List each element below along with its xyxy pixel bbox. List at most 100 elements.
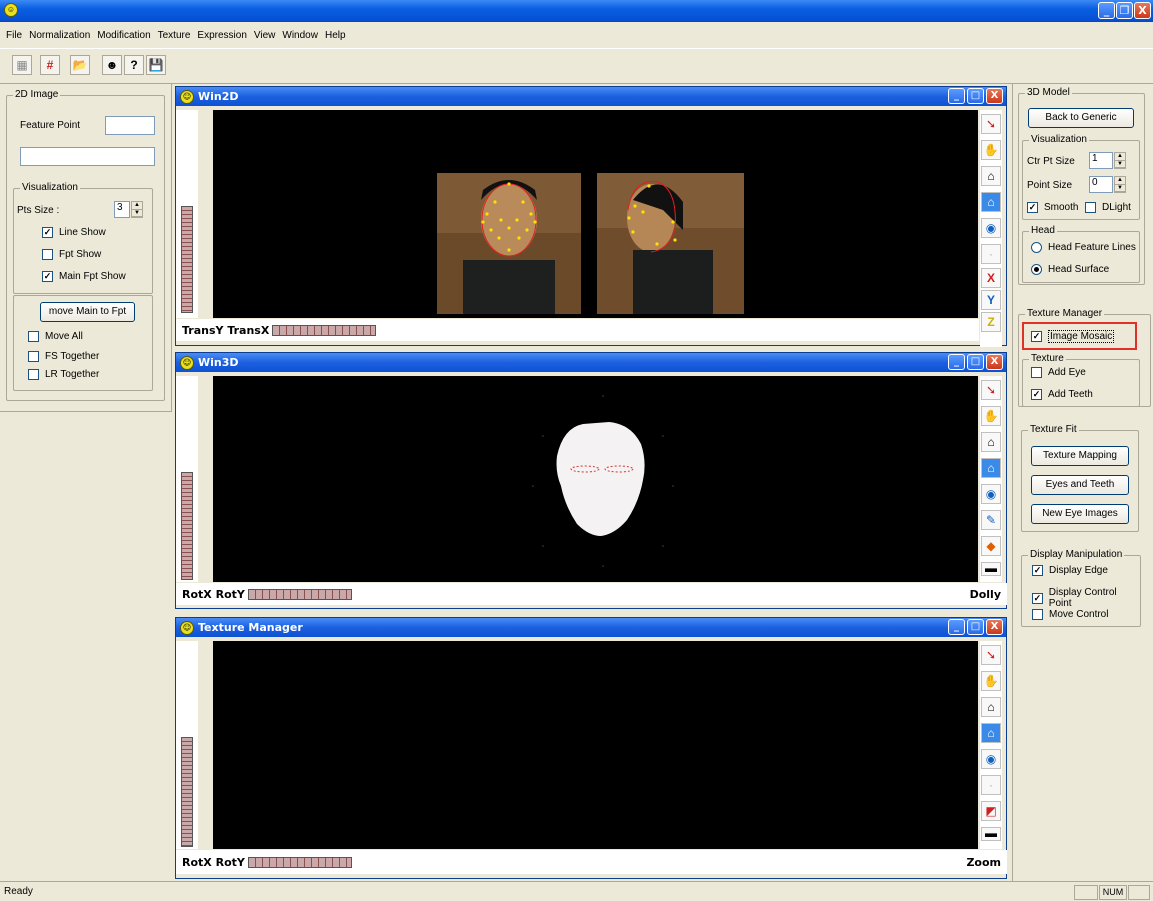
- group-title: Texture Manager: [1025, 308, 1105, 319]
- group-display-manipulation: Display Manipulation ✓ Display Edge ✓ Disp…: [1021, 549, 1141, 627]
- blank-tool-icon[interactable]: ·: [981, 775, 1001, 795]
- win3d-bottom-bar: RotX RotY Dolly: [176, 583, 1007, 605]
- home-icon[interactable]: ⌂: [981, 697, 1001, 717]
- menu-expression[interactable]: Expression: [197, 30, 246, 41]
- restore-button[interactable]: ❐: [1116, 2, 1133, 19]
- feature-text-field[interactable]: [20, 147, 155, 166]
- menu-file[interactable]: File: [6, 30, 22, 41]
- texture-viewport[interactable]: [213, 641, 978, 849]
- face-icon[interactable]: ☻: [102, 55, 122, 75]
- head-surface-radio[interactable]: Head Surface: [1031, 264, 1109, 275]
- fpt-show-checkbox[interactable]: Fpt Show: [42, 249, 101, 260]
- lr-together-checkbox[interactable]: LR Together: [28, 369, 99, 380]
- eyes-and-teeth-button[interactable]: Eyes and Teeth: [1031, 475, 1129, 495]
- move-all-checkbox[interactable]: Move All: [28, 331, 83, 342]
- dash-tool-icon[interactable]: ▬: [981, 827, 1001, 841]
- dlight-label: DLight: [1102, 202, 1131, 213]
- move-all-label: Move All: [45, 331, 83, 342]
- menu-window[interactable]: Window: [282, 30, 318, 41]
- fs-together-checkbox[interactable]: FS Together: [28, 351, 99, 362]
- help-icon[interactable]: ?: [124, 55, 144, 75]
- rotate-home-icon[interactable]: ⌂: [981, 458, 1001, 478]
- win2d-horizontal-slider[interactable]: [272, 324, 377, 336]
- eye-icon[interactable]: ◉: [981, 484, 1001, 504]
- hand-icon[interactable]: ✋: [981, 406, 1001, 426]
- home-icon[interactable]: ⌂: [981, 166, 1001, 186]
- display-control-point-checkbox[interactable]: ✓ Display Control Point: [1032, 587, 1140, 609]
- ctr-pt-size-spinner[interactable]: ▲ ▼: [1114, 152, 1126, 169]
- eye-icon[interactable]: ◉: [981, 218, 1001, 238]
- menu-help[interactable]: Help: [325, 30, 346, 41]
- crosshair-grid-icon[interactable]: #: [40, 55, 60, 75]
- tex-horizontal-slider[interactable]: [247, 856, 352, 868]
- win2d-close-button[interactable]: X: [986, 88, 1003, 104]
- hand-icon[interactable]: ✋: [981, 671, 1001, 691]
- win3d-horizontal-slider[interactable]: [247, 588, 352, 600]
- eye-icon[interactable]: ◉: [981, 749, 1001, 769]
- win2d-minimize-button[interactable]: _: [948, 88, 965, 104]
- win2d-vertical-slider[interactable]: [181, 206, 193, 313]
- z-axis-icon[interactable]: Z: [981, 312, 1001, 332]
- menu-texture[interactable]: Texture: [158, 30, 191, 41]
- move-main-to-fpt-button[interactable]: move Main to Fpt: [40, 302, 135, 322]
- group-texture-manager: Texture Manager ✓ Image Mosaic Texture Ad…: [1018, 308, 1151, 407]
- win3d-minimize-button[interactable]: _: [948, 354, 965, 370]
- brush-icon[interactable]: ✎: [981, 510, 1001, 530]
- pts-size-spinner[interactable]: ▲ ▼: [131, 201, 143, 218]
- hand-icon[interactable]: ✋: [981, 140, 1001, 160]
- cube-icon[interactable]: ◆: [981, 536, 1001, 556]
- grid-icon[interactable]: ▦: [12, 55, 32, 75]
- display-edge-checkbox[interactable]: ✓ Display Edge: [1032, 565, 1108, 576]
- win3d-close-button[interactable]: X: [986, 354, 1003, 370]
- check-mark: [42, 249, 53, 260]
- dash-tool-icon[interactable]: ▬: [981, 562, 1001, 576]
- win3d-vertical-slider[interactable]: [181, 472, 193, 580]
- close-button[interactable]: X: [1134, 2, 1151, 19]
- texture-flag-icon[interactable]: ◩: [981, 801, 1001, 821]
- tex-maximize-button[interactable]: □: [967, 619, 984, 635]
- ctr-pt-size-field[interactable]: 1: [1089, 152, 1113, 169]
- tex-vertical-slider[interactable]: [181, 737, 193, 847]
- main-fpt-show-checkbox[interactable]: ✓ Main Fpt Show: [42, 271, 126, 282]
- menu-view[interactable]: View: [254, 30, 276, 41]
- line-show-checkbox[interactable]: ✓ Line Show: [42, 227, 106, 238]
- menu-normalization[interactable]: Normalization: [29, 30, 90, 41]
- add-teeth-checkbox[interactable]: ✓ Add Teeth: [1031, 389, 1093, 400]
- minimize-button[interactable]: _: [1098, 2, 1115, 19]
- open-folder-icon[interactable]: 📂: [70, 55, 90, 75]
- win3d-viewport[interactable]: [213, 376, 978, 582]
- smooth-checkbox[interactable]: ✓ Smooth: [1027, 202, 1078, 213]
- front-jacket: [463, 260, 555, 314]
- tex-minimize-button[interactable]: _: [948, 619, 965, 635]
- point-size-field[interactable]: 0: [1089, 176, 1113, 193]
- pts-size-field[interactable]: 3: [114, 201, 130, 218]
- pointer-icon[interactable]: ➘: [981, 380, 1001, 400]
- y-axis-icon[interactable]: Y: [981, 290, 1001, 310]
- back-to-generic-button[interactable]: Back to Generic: [1028, 108, 1134, 128]
- win3d-maximize-button[interactable]: □: [967, 354, 984, 370]
- blank-tool-icon[interactable]: ·: [981, 244, 1001, 264]
- add-eye-checkbox[interactable]: Add Eye: [1031, 367, 1086, 378]
- group-title: Visualization: [20, 182, 80, 193]
- home-icon[interactable]: ⌂: [981, 432, 1001, 452]
- rotate-home-icon[interactable]: ⌂: [981, 723, 1001, 743]
- point-size-spinner[interactable]: ▲ ▼: [1114, 176, 1126, 193]
- tex-close-button[interactable]: X: [986, 619, 1003, 635]
- win2d-viewport[interactable]: [213, 110, 978, 318]
- pointer-icon[interactable]: ➘: [981, 645, 1001, 665]
- win2d-maximize-button[interactable]: □: [967, 88, 984, 104]
- save-icon[interactable]: 💾: [146, 55, 166, 75]
- pointer-icon[interactable]: ➘: [981, 114, 1001, 134]
- feature-point-field[interactable]: [105, 116, 155, 135]
- menu-modification[interactable]: Modification: [97, 30, 150, 41]
- x-axis-icon[interactable]: X: [981, 268, 1001, 288]
- new-eye-images-button[interactable]: New Eye Images: [1031, 504, 1129, 524]
- rotate-home-icon[interactable]: ⌂: [981, 192, 1001, 212]
- dlight-checkbox[interactable]: DLight: [1085, 202, 1131, 213]
- status-pane-caps: [1074, 885, 1098, 900]
- move-control-checkbox[interactable]: Move Control: [1032, 609, 1108, 620]
- win2d-right-tools: ➘ ✋ ⌂ ⌂ ◉ · X Y Z: [980, 110, 1002, 347]
- image-mosaic-checkbox[interactable]: ✓ Image Mosaic: [1031, 330, 1115, 343]
- head-feature-lines-radio[interactable]: Head Feature Lines: [1031, 242, 1136, 253]
- texture-mapping-button[interactable]: Texture Mapping: [1031, 446, 1129, 466]
